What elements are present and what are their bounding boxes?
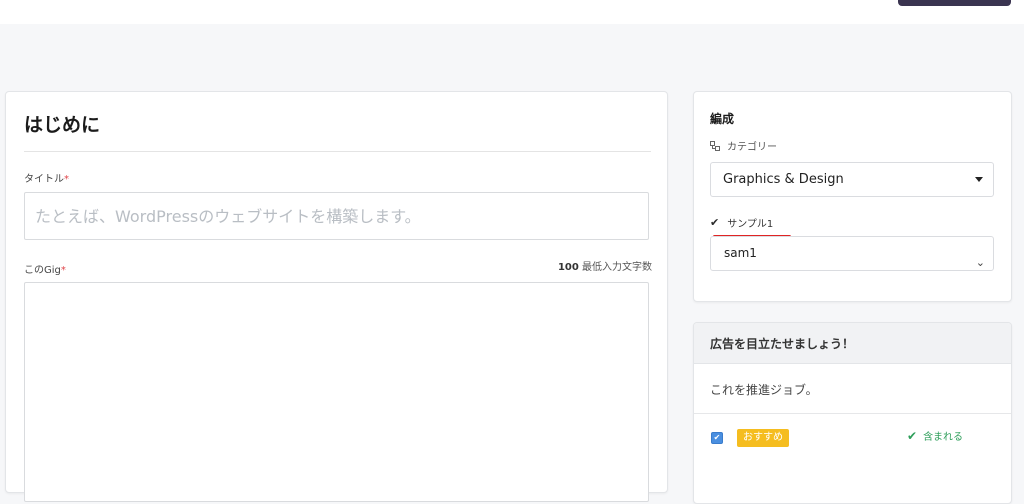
category-select[interactable]: Graphics & Design bbox=[710, 162, 994, 197]
intro-card: はじめに タイトル* このGig* 100 最低入力文字数 bbox=[5, 91, 668, 502]
title-label-text: タイトル bbox=[24, 174, 64, 185]
min-chars-text: 最低入力文字数 bbox=[582, 262, 652, 273]
promo-divider bbox=[694, 413, 1011, 414]
promo-card: 広告を目立たせましょう！ これを推進ジョブ。 ✔ おすすめ ✔ 含まれる bbox=[693, 322, 1012, 504]
gig-description-textarea[interactable] bbox=[24, 282, 649, 502]
recommended-badge: おすすめ bbox=[737, 429, 789, 447]
check-icon: ✔ bbox=[710, 216, 720, 229]
composition-card: 編成 カテゴリー Graphics & Design ✔ サンプル1 sam1 … bbox=[693, 91, 1012, 302]
promo-text: これを推進ジョブ。 bbox=[710, 383, 818, 397]
top-bar bbox=[0, 0, 1024, 24]
intro-title: はじめに bbox=[24, 114, 101, 136]
gig-label-text: このGig bbox=[24, 265, 61, 276]
check-icon: ✔ bbox=[907, 428, 918, 443]
sample-label-row: ✔ サンプル1 bbox=[710, 215, 773, 230]
sample-select-value: sam1 bbox=[724, 246, 757, 260]
required-mark: * bbox=[64, 174, 69, 185]
category-select-value: Graphics & Design bbox=[723, 172, 844, 187]
composition-title: 編成 bbox=[710, 112, 735, 126]
min-chars-count: 100 bbox=[557, 262, 579, 273]
caret-down-icon bbox=[975, 177, 983, 182]
title-input[interactable] bbox=[24, 192, 649, 240]
included-status: ✔ 含まれる bbox=[907, 428, 964, 444]
included-label: 含まれる bbox=[923, 432, 964, 443]
chevron-down-icon: ⌄ bbox=[975, 256, 985, 269]
min-chars-hint: 100 最低入力文字数 bbox=[558, 258, 652, 273]
category-icon bbox=[710, 140, 720, 151]
gig-label: このGig* bbox=[24, 261, 66, 276]
recommended-checkbox[interactable]: ✔ bbox=[711, 432, 723, 444]
intro-divider bbox=[24, 151, 651, 152]
sample-select[interactable]: sam1 ⌄ bbox=[710, 236, 994, 271]
promo-title: 広告を目立たせましょう！ bbox=[710, 337, 855, 351]
promo-header: 広告を目立たせましょう！ bbox=[694, 323, 1011, 364]
category-label: カテゴリー bbox=[727, 142, 777, 153]
category-label-row: カテゴリー bbox=[710, 138, 777, 153]
title-label: タイトル* bbox=[24, 170, 69, 185]
required-mark: * bbox=[60, 265, 66, 276]
sample-label: サンプル1 bbox=[727, 219, 774, 230]
top-right-button[interactable] bbox=[898, 0, 1011, 6]
